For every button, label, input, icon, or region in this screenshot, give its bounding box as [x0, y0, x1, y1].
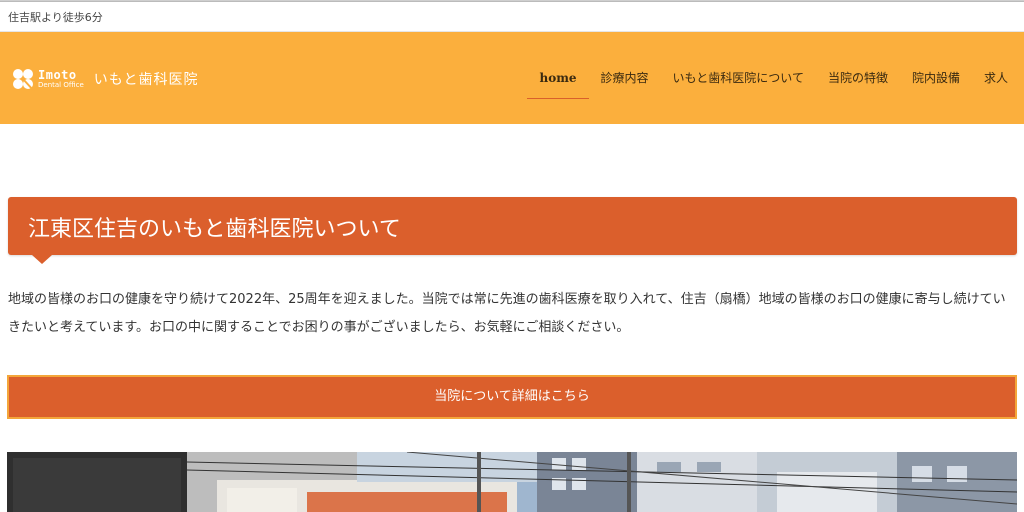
section-heading: 江東区住吉のいもと歯科医院いついて	[8, 197, 1017, 264]
nav-features-label: 当院の特徴	[827, 71, 888, 85]
logo-english: Imoto	[38, 68, 77, 82]
page-title: 江東区住吉のいもと歯科医院いついて	[28, 217, 401, 242]
site-header: Imoto Dental Office いもと歯科医院 home 診療内容 いも…	[0, 32, 1024, 124]
nav-recruit[interactable]: 求人	[984, 32, 1008, 124]
nav-home-label: home	[539, 71, 577, 85]
nav-about[interactable]: いもと歯科医院について	[673, 32, 804, 124]
nav-about-label: いもと歯科医院について	[672, 71, 804, 85]
top-info-bar: 住吉駅より徒歩6分	[0, 0, 1024, 32]
street-scene-image	[7, 452, 1017, 512]
site-logo[interactable]: Imoto Dental Office いもと歯科医院	[10, 62, 199, 96]
nav-facilities-label: 院内設備	[911, 71, 960, 85]
clover-logo-icon	[10, 66, 36, 92]
active-indicator	[527, 98, 589, 99]
nav-treatments-label: 診療内容	[600, 71, 649, 85]
main-nav: home 診療内容 いもと歯科医院について 当院の特徴 院内設備 求人	[515, 32, 1008, 124]
logo-wordmark: Imoto Dental Office	[38, 69, 84, 89]
clinic-name: いもと歯科医院	[93, 72, 199, 88]
logo-subtitle: Dental Office	[38, 81, 84, 89]
nav-recruit-label: 求人	[983, 71, 1008, 85]
access-info: 住吉駅より徒歩6分	[8, 11, 103, 24]
about-details-label: 当院について詳細はこちら	[434, 389, 590, 404]
top-divider	[0, 1, 1024, 2]
clinic-exterior-photo	[7, 452, 1017, 512]
heading-pointer	[32, 255, 52, 264]
nav-features[interactable]: 当院の特徴	[828, 32, 888, 124]
intro-paragraph: 地域の皆様のお口の健康を守り続けて2022年、25周年を迎えました。当院では常に…	[8, 292, 1006, 335]
nav-treatments[interactable]: 診療内容	[601, 32, 649, 124]
nav-facilities[interactable]: 院内設備	[912, 32, 960, 124]
about-details-button[interactable]: 当院について詳細はこちら	[7, 375, 1017, 419]
nav-home[interactable]: home	[527, 32, 589, 124]
